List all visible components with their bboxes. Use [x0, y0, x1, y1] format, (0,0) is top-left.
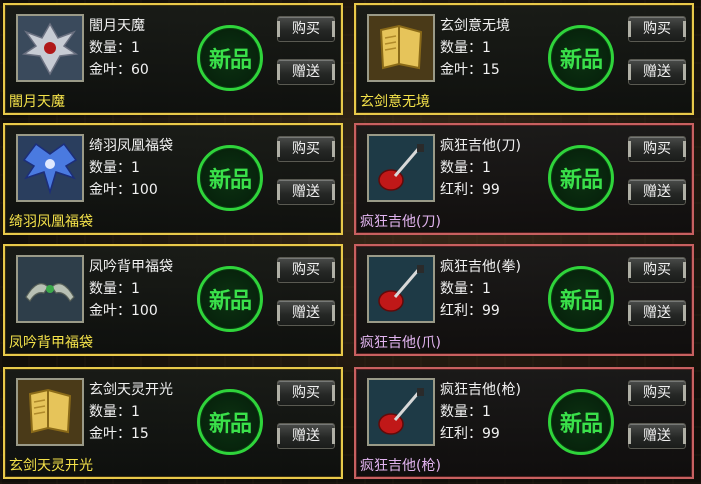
skill-book-icon — [18, 380, 82, 444]
item-caption: 疯狂吉他(刀) — [360, 214, 441, 230]
item-name: 疯狂吉他(拳) — [440, 259, 521, 275]
item-price: 红利：99 — [440, 303, 500, 319]
new-item-badge: 新品 — [548, 25, 614, 91]
item-quantity: 数量：1 — [89, 404, 140, 420]
item-caption: 玄剑意无境 — [360, 94, 430, 110]
item-quantity: 数量：1 — [440, 160, 491, 176]
item-price: 金叶：60 — [89, 62, 149, 78]
dark-moon-demon-icon — [18, 16, 82, 80]
item-name: 疯狂吉他(枪) — [440, 382, 521, 398]
shop-item-card: 凤吟背甲福袋 数量：1 金叶：100 新品 购买 赠送 凤吟背甲福袋 — [3, 244, 343, 356]
item-name: 绮羽凤凰福袋 — [89, 138, 173, 154]
buy-button[interactable]: 购买 — [277, 136, 335, 162]
gift-button[interactable]: 赠送 — [628, 59, 686, 85]
shop-item-card: 玄剑天灵开光 数量：1 金叶：15 新品 购买 赠送 玄剑天灵开光 — [3, 367, 343, 479]
item-caption: 疯狂吉他(枪) — [360, 458, 441, 474]
new-item-badge: 新品 — [548, 389, 614, 455]
item-quantity: 数量：1 — [440, 281, 491, 297]
new-item-badge: 新品 — [197, 145, 263, 211]
new-item-badge: 新品 — [197, 25, 263, 91]
item-caption: 闇月天魔 — [9, 94, 65, 110]
item-thumbnail[interactable] — [16, 134, 84, 202]
item-thumbnail[interactable] — [16, 14, 84, 82]
shop-item-card: 疯狂吉他(枪) 数量：1 红利：99 新品 购买 赠送 疯狂吉他(枪) — [354, 367, 694, 479]
shop-item-card: 玄剑意无境 数量：1 金叶：15 新品 购买 赠送 玄剑意无境 — [354, 3, 694, 115]
item-price: 金叶：100 — [89, 303, 158, 319]
item-price: 金叶：100 — [89, 182, 158, 198]
guitar-icon — [369, 257, 433, 321]
item-name: 玄剑意无境 — [440, 18, 510, 34]
item-quantity: 数量：1 — [440, 40, 491, 56]
guitar-icon — [369, 380, 433, 444]
buy-button[interactable]: 购买 — [628, 380, 686, 406]
item-thumbnail[interactable] — [367, 14, 435, 82]
gift-button[interactable]: 赠送 — [628, 300, 686, 326]
shop-item-card: 绮羽凤凰福袋 数量：1 金叶：100 新品 购买 赠送 绮羽凤凰福袋 — [3, 123, 343, 235]
new-item-badge: 新品 — [197, 389, 263, 455]
gift-button[interactable]: 赠送 — [277, 300, 335, 326]
item-thumbnail[interactable] — [367, 255, 435, 323]
item-price: 金叶：15 — [440, 62, 500, 78]
buy-button[interactable]: 购买 — [277, 257, 335, 283]
item-quantity: 数量：1 — [89, 40, 140, 56]
item-quantity: 数量：1 — [89, 281, 140, 297]
gift-button[interactable]: 赠送 — [628, 423, 686, 449]
item-price: 红利：99 — [440, 182, 500, 198]
item-price: 金叶：15 — [89, 426, 149, 442]
new-item-badge: 新品 — [548, 145, 614, 211]
item-thumbnail[interactable] — [16, 378, 84, 446]
buy-button[interactable]: 购买 — [628, 257, 686, 283]
shop-item-card: 疯狂吉他(拳) 数量：1 红利：99 新品 购买 赠送 疯狂吉他(爪) — [354, 244, 694, 356]
new-item-badge: 新品 — [197, 266, 263, 332]
item-name: 凤吟背甲福袋 — [89, 259, 173, 275]
item-name: 闇月天魔 — [89, 18, 145, 34]
item-thumbnail[interactable] — [16, 255, 84, 323]
guitar-icon — [369, 136, 433, 200]
new-item-badge: 新品 — [548, 266, 614, 332]
item-caption: 玄剑天灵开光 — [9, 458, 93, 474]
buy-button[interactable]: 购买 — [628, 16, 686, 42]
gift-button[interactable]: 赠送 — [277, 179, 335, 205]
item-thumbnail[interactable] — [367, 378, 435, 446]
item-caption: 凤吟背甲福袋 — [9, 335, 93, 351]
shop-item-card: 闇月天魔 数量：1 金叶：60 新品 购买 赠送 闇月天魔 — [3, 3, 343, 115]
item-caption: 绮羽凤凰福袋 — [9, 214, 93, 230]
buy-button[interactable]: 购买 — [628, 136, 686, 162]
shop-item-card: 疯狂吉他(刀) 数量：1 红利：99 新品 购买 赠送 疯狂吉他(刀) — [354, 123, 694, 235]
item-caption: 疯狂吉他(爪) — [360, 335, 441, 351]
phoenix-wings-icon — [18, 136, 82, 200]
back-armor-icon — [18, 257, 82, 321]
item-price: 红利：99 — [440, 426, 500, 442]
gift-button[interactable]: 赠送 — [628, 179, 686, 205]
item-name: 疯狂吉他(刀) — [440, 138, 521, 154]
skill-book-icon — [369, 16, 433, 80]
buy-button[interactable]: 购买 — [277, 16, 335, 42]
buy-button[interactable]: 购买 — [277, 380, 335, 406]
item-quantity: 数量：1 — [89, 160, 140, 176]
gift-button[interactable]: 赠送 — [277, 59, 335, 85]
item-name: 玄剑天灵开光 — [89, 382, 173, 398]
gift-button[interactable]: 赠送 — [277, 423, 335, 449]
item-quantity: 数量：1 — [440, 404, 491, 420]
item-thumbnail[interactable] — [367, 134, 435, 202]
